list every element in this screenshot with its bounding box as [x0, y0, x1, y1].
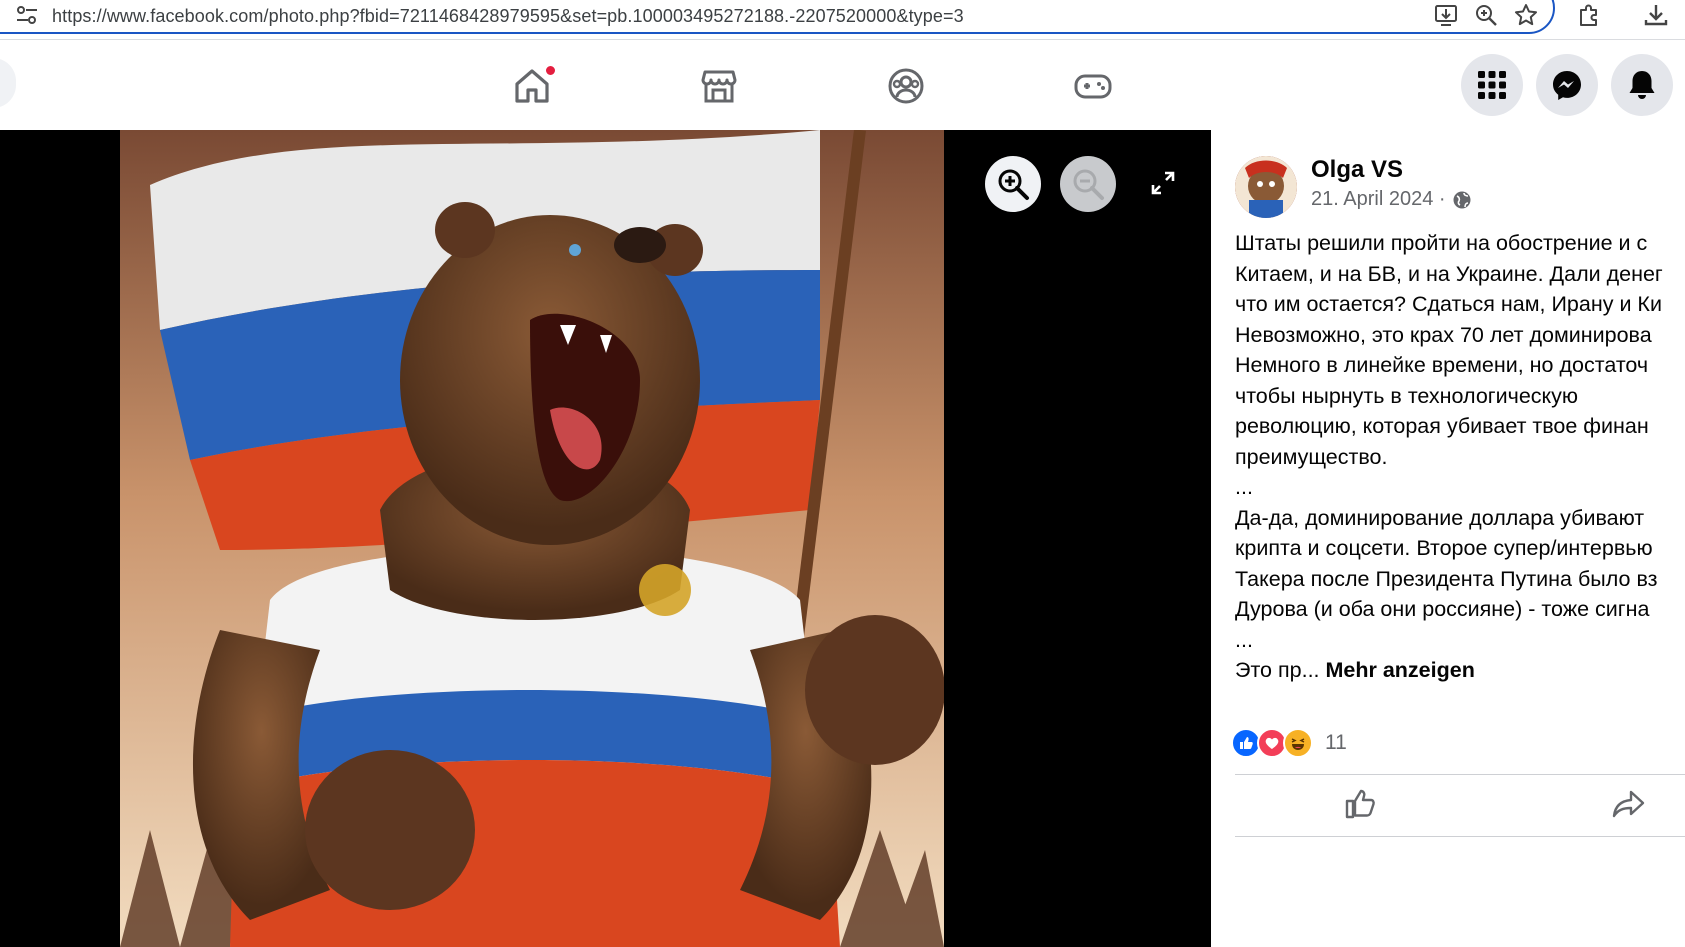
- groups-icon[interactable]: [886, 66, 926, 106]
- fullscreen-icon[interactable]: [1150, 170, 1176, 196]
- divider: [1235, 836, 1685, 837]
- notifications-bell-icon: [1629, 71, 1655, 99]
- post-line: что им остается? Сдаться нам, Ирану и Ки: [1235, 292, 1662, 316]
- photo-viewer: [0, 130, 1211, 947]
- divider: [1235, 774, 1685, 775]
- like-icon[interactable]: [1343, 786, 1379, 822]
- zoom-icon[interactable]: [1473, 2, 1499, 28]
- marketplace-icon[interactable]: [699, 66, 739, 106]
- post-line: Такера после Президента Путина было вз: [1235, 566, 1658, 591]
- extensions-icon[interactable]: [1576, 2, 1602, 28]
- post-date[interactable]: 21. April 2024 ·: [1311, 188, 1446, 211]
- search-button[interactable]: [0, 58, 16, 108]
- url-text[interactable]: https://www.facebook.com/photo.php?fbid=…: [52, 6, 964, 27]
- tune-icon[interactable]: [16, 6, 38, 24]
- author-name[interactable]: Olga VS: [1311, 156, 1403, 184]
- avatar[interactable]: [1235, 156, 1297, 218]
- zoom-in-icon: [998, 169, 1029, 200]
- screen: https://www.facebook.com/photo.php?fbid=…: [0, 0, 1685, 947]
- post-line: преимущество.: [1235, 444, 1388, 469]
- post-line: ...: [1235, 475, 1253, 499]
- avatar-image: [1235, 156, 1297, 218]
- haha-reaction-icon: [1283, 728, 1313, 758]
- zoom-out-button[interactable]: [1060, 156, 1116, 212]
- globe-icon: [1453, 191, 1471, 208]
- zoom-in-button[interactable]: [985, 156, 1041, 212]
- menu-button[interactable]: [1461, 54, 1523, 116]
- post-meta: 21. April 2024 ·: [1311, 188, 1472, 211]
- post-line: Да-да, доминирование доллара убивают: [1235, 505, 1645, 530]
- messenger-button[interactable]: [1536, 54, 1598, 116]
- home-notification-dot: [544, 64, 557, 77]
- bookmark-star-icon[interactable]: [1513, 2, 1539, 28]
- install-app-icon[interactable]: [1433, 2, 1459, 28]
- truncated-text: Это пр...: [1235, 658, 1320, 682]
- post-panel: Olga VS 21. April 2024 · Штаты решили пр…: [1211, 130, 1685, 947]
- notifications-button[interactable]: [1611, 54, 1673, 116]
- post-line: ...: [1235, 627, 1253, 652]
- gaming-icon[interactable]: [1073, 66, 1113, 106]
- post-last-line: Это пр... Mehr anzeigen: [1235, 655, 1685, 686]
- zoom-out-icon: [1073, 169, 1104, 200]
- facebook-top-nav: [0, 40, 1685, 130]
- browser-toolbar: https://www.facebook.com/photo.php?fbid=…: [0, 0, 1685, 40]
- see-more-link[interactable]: Mehr anzeigen: [1326, 658, 1475, 682]
- post-line: Невозможно, это крах 70 лет доминирова: [1235, 322, 1652, 347]
- post-line: Китаем, и на БВ, и на Украине. Дали дене…: [1235, 261, 1663, 286]
- download-icon[interactable]: [1643, 2, 1669, 28]
- post-text: Штаты решили пройти на обострение и с Ки…: [1235, 228, 1685, 686]
- share-icon[interactable]: [1611, 786, 1647, 822]
- post-line: Дурова (и оба они россияне) - тоже сигна: [1235, 597, 1650, 621]
- messenger-icon: [1553, 71, 1581, 100]
- address-bar[interactable]: https://www.facebook.com/photo.php?fbid=…: [0, 0, 1555, 34]
- reaction-count[interactable]: 11: [1325, 731, 1347, 755]
- menu-grid-icon: [1478, 71, 1506, 99]
- post-line: Немного в линейке времени, но достаточ: [1235, 353, 1649, 377]
- post-line: крипта и соцсети. Второе супер/интервью: [1235, 536, 1653, 560]
- reactions-summary[interactable]: 11: [1231, 728, 1347, 758]
- post-line: революцию, которая убивает твое финан: [1235, 414, 1649, 438]
- post-line: Штаты решили пройти на обострение и с: [1235, 231, 1648, 255]
- bear-russian-flag-image[interactable]: [120, 130, 944, 947]
- post-line: чтобы нырнуть в технологическую: [1235, 383, 1579, 408]
